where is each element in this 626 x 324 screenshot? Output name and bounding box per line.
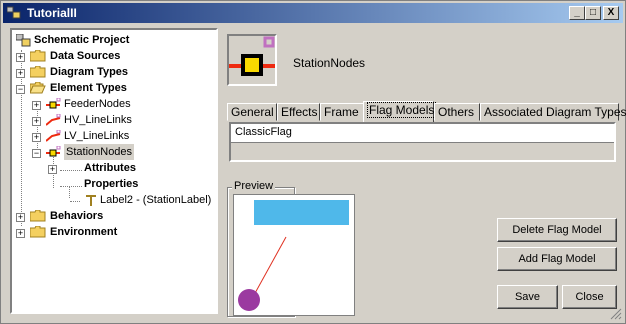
tree-item-behaviors[interactable]: Behaviors xyxy=(30,208,103,224)
tree-item-schematic-project[interactable]: Schematic Project xyxy=(16,32,129,48)
text-label-icon xyxy=(86,195,96,206)
tree-line xyxy=(37,106,38,150)
expand-icon[interactable]: + xyxy=(32,117,41,126)
tree-item-stationnodes[interactable]: StationNodes xyxy=(46,144,135,160)
app-icon xyxy=(7,6,21,19)
flag-rect xyxy=(254,200,349,225)
tree-item-hv-linelinks[interactable]: HV_LineLinks xyxy=(46,112,132,128)
element-name: StationNodes xyxy=(293,56,366,70)
tab-others[interactable]: Others xyxy=(434,103,480,121)
save-button[interactable]: Save xyxy=(497,285,558,309)
tab-label: Flag Models xyxy=(367,102,437,118)
add-flag-model-button[interactable]: Add Flag Model xyxy=(497,247,617,271)
tab-effects[interactable]: Effects xyxy=(277,103,320,121)
tree-item-label: Element Types xyxy=(50,82,127,94)
tab-label: Associated Diagram Types xyxy=(484,105,626,119)
tree-item-data-sources[interactable]: Data Sources xyxy=(30,48,120,64)
tree-line xyxy=(70,201,80,202)
flag-model-item[interactable]: ClassicFlag xyxy=(235,126,292,138)
window-title: TutorialII xyxy=(27,6,77,20)
element-symbol-box xyxy=(227,34,277,86)
tree-item-lv-linelinks[interactable]: LV_LineLinks xyxy=(46,128,129,144)
tree-item-label: Diagram Types xyxy=(50,66,129,78)
tab-label: General xyxy=(231,105,274,119)
tab-general[interactable]: General xyxy=(227,103,277,121)
tree-line xyxy=(69,186,70,198)
close-button[interactable]: Close xyxy=(562,285,617,309)
flag-leader-line xyxy=(253,236,287,296)
tree-item-label: StationNodes xyxy=(64,144,135,160)
expand-icon[interactable]: + xyxy=(16,69,25,78)
tree-item-properties[interactable]: Properties xyxy=(84,176,138,192)
title-bar[interactable]: TutorialII _ □ X xyxy=(3,3,623,23)
tab-flag-models[interactable]: Flag Models xyxy=(363,101,437,122)
tab-label: Frame xyxy=(324,105,359,119)
tree-line xyxy=(60,170,82,171)
preview-canvas xyxy=(233,194,355,316)
tree-item-element-types[interactable]: Element Types xyxy=(30,80,127,96)
collapse-icon[interactable]: − xyxy=(32,149,41,158)
expand-icon[interactable]: + xyxy=(48,165,57,174)
tree-item-diagram-types[interactable]: Diagram Types xyxy=(30,64,128,80)
tree-item-environment[interactable]: Environment xyxy=(30,224,117,240)
expand-icon[interactable]: + xyxy=(16,229,25,238)
collapse-icon[interactable]: − xyxy=(16,85,25,94)
flag-preview-drawing xyxy=(238,200,349,311)
tree-line xyxy=(60,186,82,187)
tree-item-label: HV_LineLinks xyxy=(64,114,132,126)
tab-frame[interactable]: Frame xyxy=(320,103,364,121)
link-icon xyxy=(46,114,61,126)
tree-item-label: Behaviors xyxy=(50,210,104,222)
close-window-button[interactable]: X xyxy=(603,6,619,20)
preview-label: Preview xyxy=(232,180,276,192)
tree-item-label: LV_LineLinks xyxy=(64,130,130,142)
tree-item-label: Label2 - (StationLabel) xyxy=(100,194,212,206)
tree-item-label: Attributes xyxy=(84,162,136,174)
flag-anchor xyxy=(238,289,260,311)
expand-icon[interactable]: + xyxy=(32,133,41,142)
tab-label: Effects xyxy=(281,105,318,119)
list-empty-row xyxy=(231,142,614,160)
folder-icon xyxy=(30,210,46,222)
tree-item-label: Schematic Project xyxy=(34,34,130,46)
minimize-button[interactable]: _ xyxy=(569,6,585,20)
expand-icon[interactable]: + xyxy=(32,101,41,110)
project-icon xyxy=(16,34,31,47)
link-icon xyxy=(46,130,61,142)
tree-item-attributes[interactable]: Attributes xyxy=(84,160,136,176)
tree-item-label: Properties xyxy=(84,178,139,190)
folder-icon xyxy=(30,66,46,78)
node-icon xyxy=(46,98,61,109)
folder-open-icon xyxy=(30,82,46,94)
folder-icon xyxy=(30,50,46,62)
node-icon xyxy=(46,146,61,157)
app-window: TutorialII _ □ X Schematic Project + Dat xyxy=(0,0,626,324)
tree-item-label: Data Sources xyxy=(50,50,121,62)
flag-model-list[interactable]: ClassicFlag xyxy=(229,122,616,162)
tree-item-label: Environment xyxy=(50,226,118,238)
tree-item-label2[interactable]: Label2 - (StationLabel) xyxy=(86,192,211,208)
station-node-icon xyxy=(229,36,275,76)
expand-icon[interactable]: + xyxy=(16,213,25,222)
expand-icon[interactable]: + xyxy=(16,53,25,62)
maximize-button[interactable]: □ xyxy=(585,6,601,20)
tree-item-label: FeederNodes xyxy=(64,98,131,110)
project-tree[interactable]: Schematic Project + Data Sources + Diagr… xyxy=(10,28,218,314)
resize-grip-icon[interactable] xyxy=(610,308,622,320)
delete-flag-model-button[interactable]: Delete Flag Model xyxy=(497,218,617,242)
folder-icon xyxy=(30,226,46,238)
tab-label: Others xyxy=(438,105,475,119)
tree-item-feedernodes[interactable]: FeederNodes xyxy=(46,96,131,112)
tab-associated-diagram-types[interactable]: Associated Diagram Types xyxy=(480,103,626,121)
